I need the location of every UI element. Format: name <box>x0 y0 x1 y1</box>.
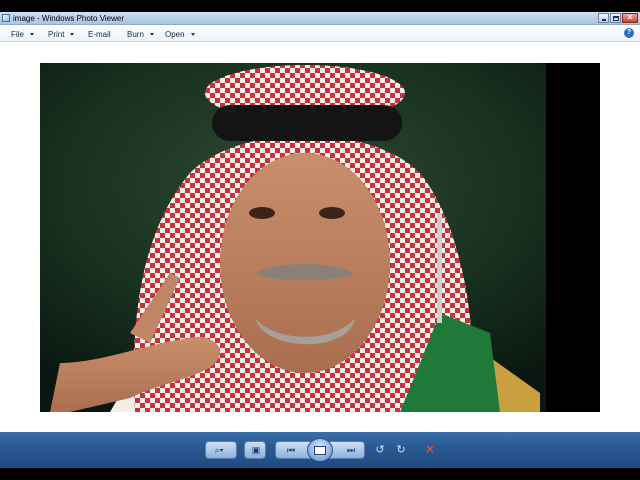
previous-icon[interactable]: ⏮ <box>280 444 302 457</box>
rotate-counterclockwise-icon[interactable]: ↺ <box>373 444 387 457</box>
minimize-button[interactable] <box>598 13 609 23</box>
delete-icon[interactable]: ✕ <box>423 444 437 457</box>
menu-burn-label: Burn <box>127 30 144 39</box>
chevron-down-icon <box>149 33 154 37</box>
next-icon[interactable]: ⏭ <box>340 444 362 457</box>
minimize-icon <box>602 19 606 21</box>
menu-file[interactable]: File <box>11 29 34 40</box>
rotate-clockwise-icon[interactable]: ↻ <box>394 444 408 457</box>
maximize-icon <box>613 16 619 21</box>
magnifier-icon: ⌕▾ <box>214 445 224 455</box>
image-viewer-area[interactable] <box>0 43 640 433</box>
menu-email[interactable]: E-mail <box>88 29 111 40</box>
menu-burn[interactable]: Burn <box>127 29 154 40</box>
chevron-down-icon <box>190 33 195 37</box>
bottom-control-bar: ⌕▾ ▣ ⏮ ⏭ ↺ ↻ ✕ <box>0 432 640 468</box>
help-icon[interactable]: ? <box>624 28 634 38</box>
menu-file-label: File <box>11 30 24 39</box>
window-controls: × <box>597 12 638 24</box>
chevron-down-icon <box>29 33 34 37</box>
zoom-button[interactable]: ⌕▾ <box>205 441 237 459</box>
slideshow-button[interactable] <box>307 438 333 462</box>
window-title: image - Windows Photo Viewer <box>13 14 125 23</box>
menu-print-label: Print <box>48 30 65 39</box>
menu-bar: File Print E-mail Burn Open ? <box>0 26 640 42</box>
menu-print[interactable]: Print <box>48 29 75 40</box>
photo-image <box>40 63 600 412</box>
menu-email-label: E-mail <box>88 30 111 39</box>
maximize-button[interactable] <box>610 13 621 23</box>
close-icon: × <box>627 12 633 22</box>
actual-size-icon: ▣ <box>251 445 261 455</box>
menu-open-label: Open <box>165 30 185 39</box>
chevron-down-icon <box>70 33 75 37</box>
displayed-photo[interactable] <box>40 63 600 412</box>
slideshow-icon <box>314 446 326 455</box>
menu-open[interactable]: Open <box>165 29 195 40</box>
photo-viewer-app-icon <box>2 14 10 22</box>
close-button[interactable]: × <box>622 12 638 23</box>
actual-size-button[interactable]: ▣ <box>244 441 266 459</box>
title-bar[interactable]: image - Windows Photo Viewer × <box>0 12 640 25</box>
photo-viewer-window: image - Windows Photo Viewer × File Prin… <box>0 12 640 468</box>
